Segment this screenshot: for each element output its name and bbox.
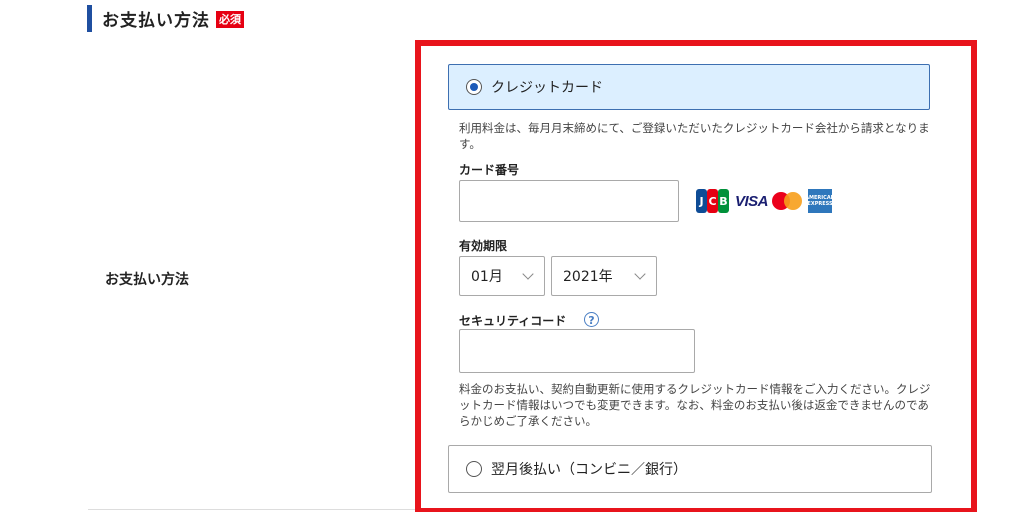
amex-logo-icon: AMERICAN EXPRESS bbox=[805, 189, 835, 213]
expiry-month-select[interactable]: 01月 bbox=[459, 256, 545, 296]
expiry-year-value: 2021年 bbox=[563, 269, 613, 285]
divider bbox=[88, 509, 418, 510]
payment-option-credit-card[interactable]: クレジットカード bbox=[448, 64, 930, 110]
credit-card-description: 利用料金は、毎月月末締めにて、ご登録いただいたクレジットカード会社から請求となり… bbox=[459, 121, 930, 151]
jcb-logo-icon: J C B bbox=[696, 189, 729, 213]
card-info-note: 料金のお支払い、契約自動更新に使用するクレジットカード情報をご入力ください。クレ… bbox=[459, 382, 931, 428]
radio-checked-icon[interactable] bbox=[466, 79, 482, 95]
expiry-year-select[interactable]: 2021年 bbox=[551, 256, 657, 296]
question-circle-icon[interactable]: ? bbox=[584, 312, 599, 327]
mastercard-logo-icon bbox=[772, 192, 803, 210]
jcb-letter-b: B bbox=[718, 189, 729, 213]
jcb-letter-j: J bbox=[696, 189, 707, 213]
mastercard-yellow-circle bbox=[784, 192, 803, 210]
card-number-label: カード番号 bbox=[459, 163, 520, 177]
section-heading: お支払い方法 必須 bbox=[87, 4, 244, 32]
jcb-letter-c: C bbox=[707, 189, 718, 213]
payment-option-deferred[interactable]: 翌月後払い（コンビニ／銀行） bbox=[448, 445, 932, 493]
chevron-down-icon bbox=[522, 268, 534, 280]
visa-logo-icon: VISA bbox=[735, 192, 769, 210]
section-accent-bar bbox=[87, 4, 92, 32]
chevron-down-icon bbox=[634, 268, 646, 280]
security-code-label: セキュリティコード bbox=[459, 314, 567, 328]
deferred-option-label: 翌月後払い（コンビニ／銀行） bbox=[491, 462, 687, 478]
credit-card-option-label: クレジットカード bbox=[491, 80, 603, 96]
section-title: お支払い方法 bbox=[102, 10, 210, 31]
radio-unchecked-icon[interactable] bbox=[466, 461, 482, 477]
expiry-label: 有効期限 bbox=[459, 239, 508, 253]
card-number-input[interactable] bbox=[459, 180, 679, 222]
security-code-input[interactable] bbox=[459, 329, 695, 373]
card-brand-logos: J C B VISA AMERICAN EXPRESS bbox=[696, 188, 835, 214]
payment-page: お支払い方法 必須 お支払い方法 クレジットカード 利用料金は、毎月月末締めにて… bbox=[0, 0, 1024, 512]
amex-logo-text: AMERICAN EXPRESS bbox=[805, 195, 835, 207]
row-label-payment-method: お支払い方法 bbox=[105, 272, 189, 288]
required-badge: 必須 bbox=[216, 10, 244, 28]
expiry-month-value: 01月 bbox=[471, 269, 503, 285]
